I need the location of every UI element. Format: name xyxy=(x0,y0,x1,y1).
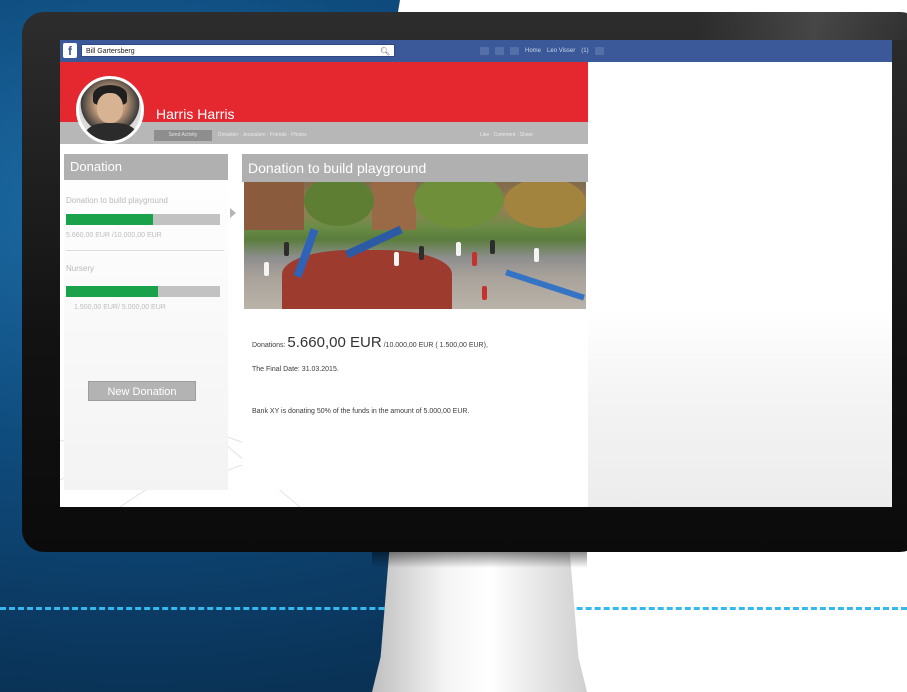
photo-person xyxy=(394,252,399,266)
donations-line: Donations: 5.660,00 EUR /10.000,00 EUR (… xyxy=(252,334,488,351)
monitor-stand xyxy=(372,552,587,692)
sidebar-title: Donation xyxy=(64,154,228,180)
photo-building-left xyxy=(244,182,304,230)
facebook-logo-icon[interactable]: f xyxy=(63,43,77,58)
photo-tree xyxy=(414,182,504,228)
avatar[interactable] xyxy=(76,76,144,144)
facebook-top-bar: f Bill Gartersberg 🔍︎ Home Leo Visser (1… xyxy=(60,40,892,62)
search-input-value: Bill Gartersberg xyxy=(86,48,135,55)
donation-progress-bar xyxy=(66,214,220,225)
donation-detail-card: Donation to build playground Donations: … xyxy=(242,154,588,490)
profile-strip-actions[interactable]: Like · Comment · Share xyxy=(480,132,533,138)
photo-tree xyxy=(504,182,586,228)
messages-icon[interactable] xyxy=(495,47,504,55)
friend-requests-icon[interactable] xyxy=(480,47,489,55)
photo-person xyxy=(472,252,477,266)
search-input[interactable]: Bill Gartersberg 🔍︎ xyxy=(81,44,395,57)
top-nav: Home Leo Visser (1) xyxy=(480,45,604,57)
search-icon[interactable]: 🔍︎ xyxy=(380,45,390,58)
playground-photo xyxy=(244,182,586,309)
donation-title: Donation to build playground xyxy=(242,154,588,182)
profile-strip-links[interactable]: Donation · Jerusalem · Friends · Photos xyxy=(218,132,307,138)
donation-sidebar: Donation Donation to build playground 5.… xyxy=(64,154,228,490)
photo-seesaw xyxy=(505,269,585,301)
photo-person xyxy=(264,262,269,276)
send-activity-button[interactable]: Send Activity xyxy=(154,130,212,141)
notifications-icon[interactable] xyxy=(510,47,519,55)
photo-person xyxy=(456,242,461,256)
donation-item-label[interactable]: Donation to build playground xyxy=(66,196,168,205)
photo-person xyxy=(534,248,539,262)
donations-label: Donations: xyxy=(252,342,286,349)
photo-tree xyxy=(304,182,374,226)
sidebar-divider xyxy=(66,250,224,251)
stand-shadow xyxy=(372,552,587,568)
donations-amount: 5.660,00 EUR xyxy=(287,334,382,351)
photo-building-mid xyxy=(372,182,416,230)
selection-arrow-icon xyxy=(230,208,236,218)
photo-person xyxy=(419,246,424,260)
final-date: The Final Date: 31.03.2015. xyxy=(252,366,339,373)
settings-icon[interactable] xyxy=(594,47,604,55)
donation-amount: 5.660,00 EUR /10.000,00 EUR xyxy=(66,232,162,239)
nav-profile[interactable]: Leo Visser xyxy=(547,48,575,54)
photo-person xyxy=(284,242,289,256)
new-donation-button[interactable]: New Donation xyxy=(88,381,196,401)
nursery-amount: 1.500,00 EUR/ 5.000,00 EUR xyxy=(74,304,166,311)
nav-home[interactable]: Home xyxy=(525,48,541,54)
nursery-progress-bar xyxy=(66,286,220,297)
monitor-screen: f Bill Gartersberg 🔍︎ Home Leo Visser (1… xyxy=(60,40,892,507)
bank-note: Bank XY is donating 50% of the funds in … xyxy=(252,408,470,415)
empty-right-pane xyxy=(588,62,892,507)
donations-goal: /10.000,00 EUR ( 1.500,00 EUR), xyxy=(383,342,488,349)
photo-person xyxy=(482,286,487,300)
avatar-shirt xyxy=(85,123,137,141)
nav-count[interactable]: (1) xyxy=(581,48,588,54)
profile-name[interactable]: Harris Harris xyxy=(156,106,235,122)
donation-progress-fill xyxy=(66,214,154,225)
bezel-highlight xyxy=(700,12,907,40)
nursery-progress-fill xyxy=(66,286,159,297)
avatar-face xyxy=(97,93,123,123)
nursery-item-label[interactable]: Nursery xyxy=(66,264,94,273)
photo-person xyxy=(490,240,495,254)
